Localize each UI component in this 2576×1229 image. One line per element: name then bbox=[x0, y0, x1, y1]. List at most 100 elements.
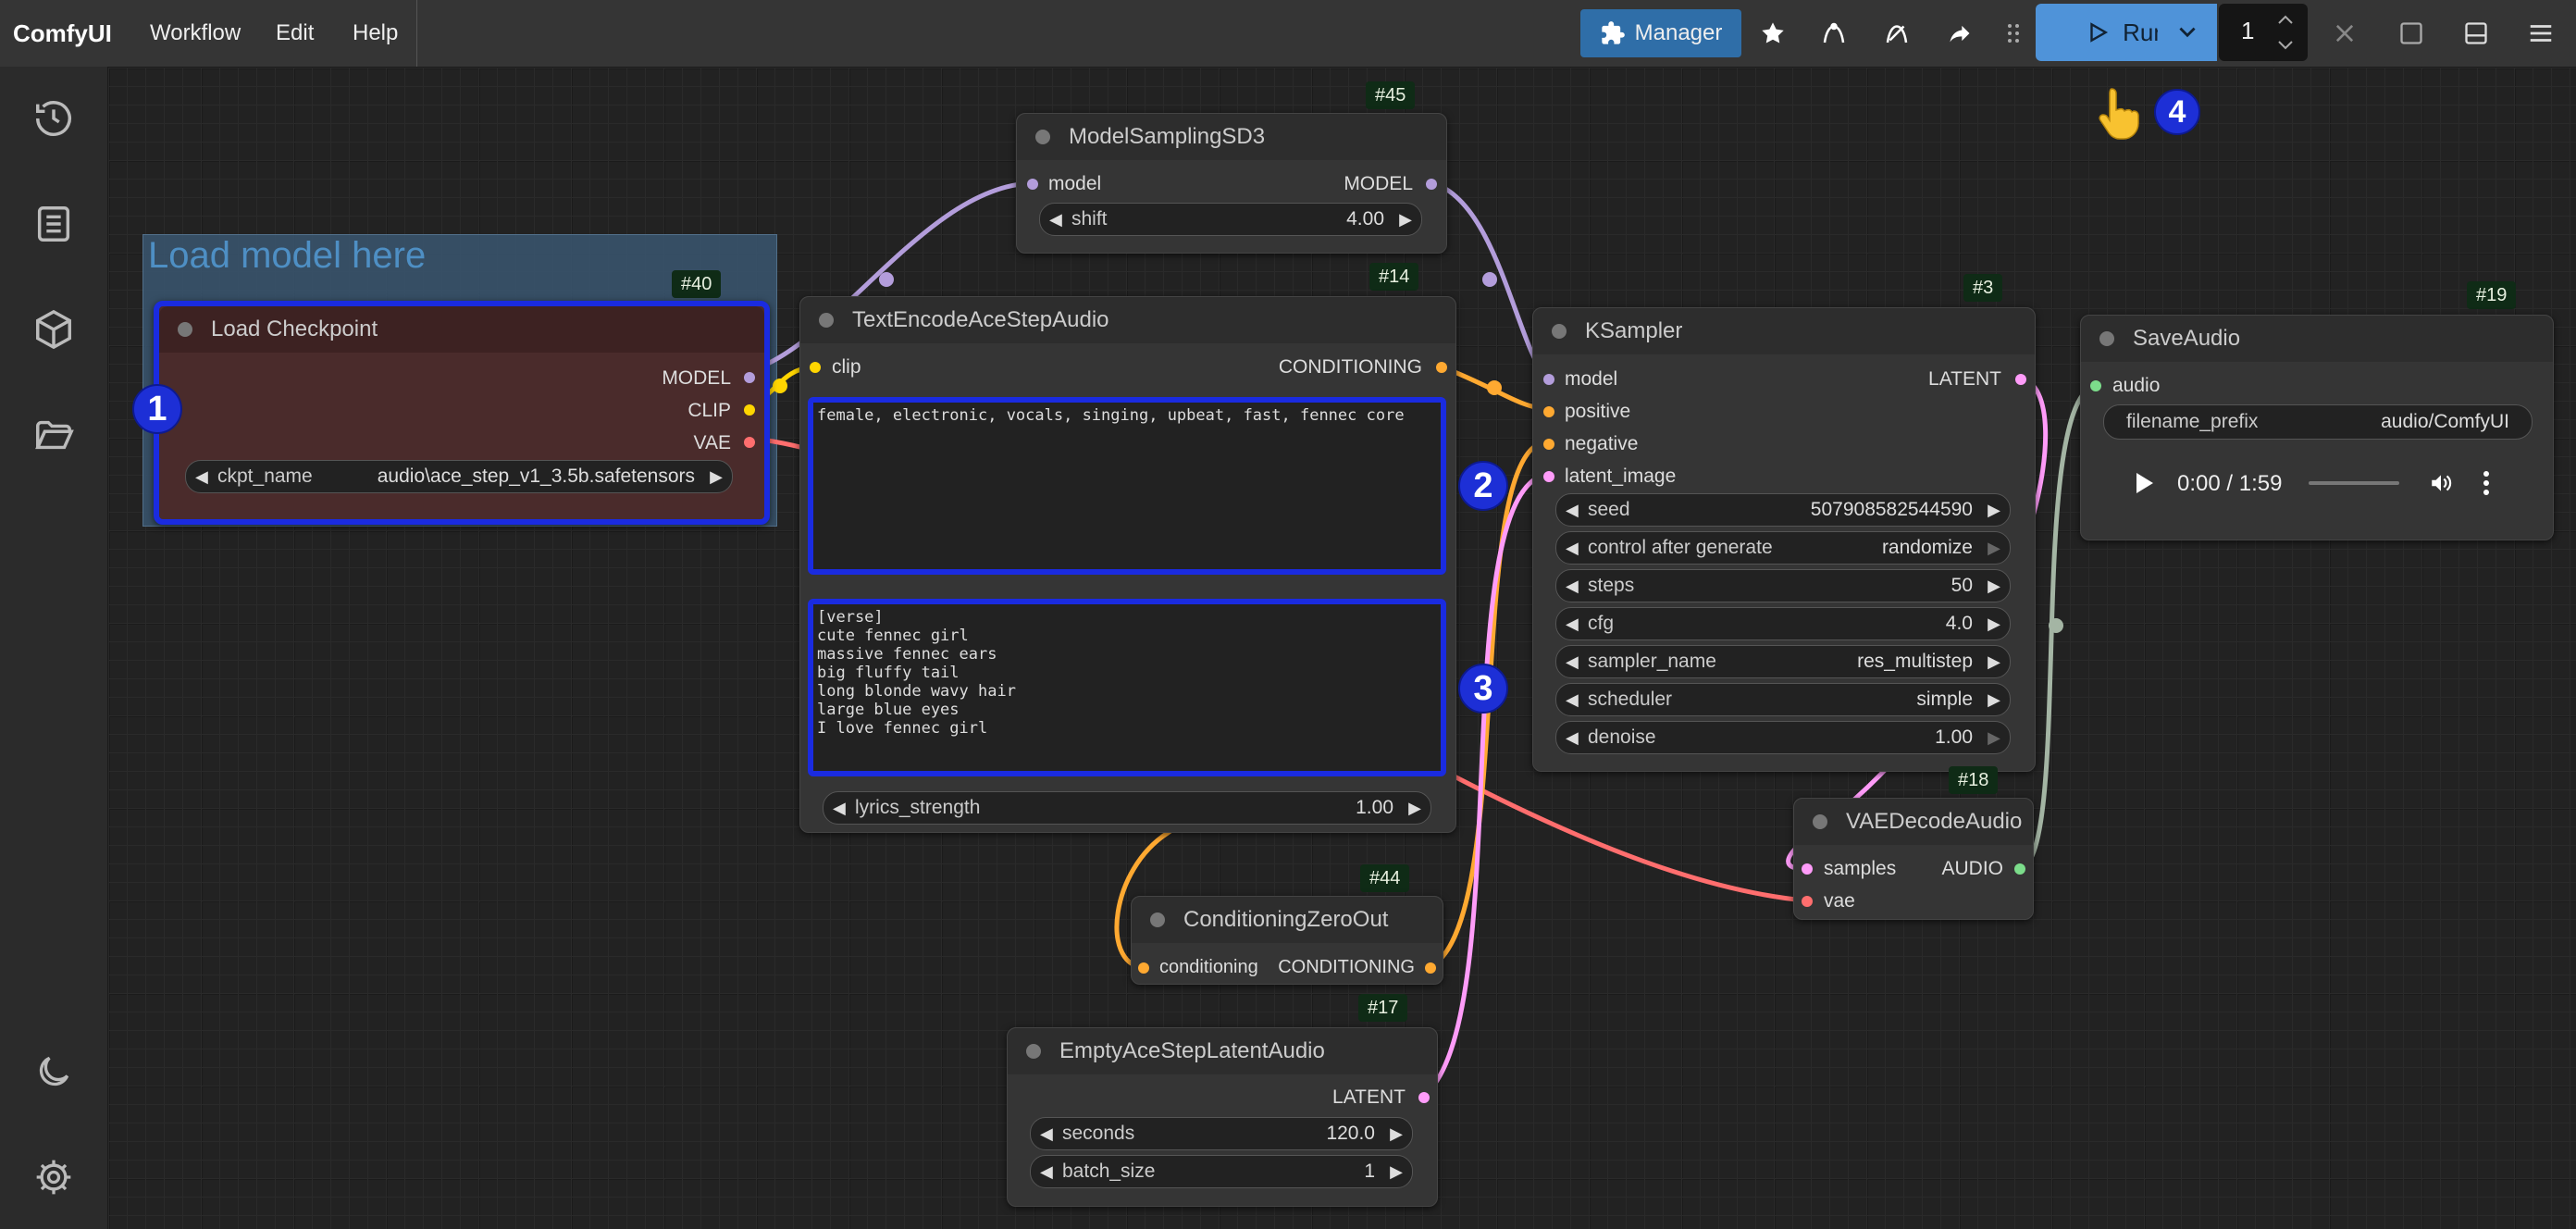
output-vae-socket[interactable] bbox=[744, 437, 755, 448]
node-ksampler[interactable]: KSampler model positive negative latent_… bbox=[1532, 307, 2036, 772]
menu-edit[interactable]: Edit bbox=[276, 0, 314, 67]
manager-button[interactable]: Manager bbox=[1580, 9, 1741, 57]
arrow-left-icon[interactable]: ◀ bbox=[1566, 646, 1579, 677]
arrow-right-icon[interactable]: ▶ bbox=[1399, 204, 1412, 235]
collapse-dot-icon[interactable] bbox=[1552, 324, 1567, 339]
scheduler-combo[interactable]: ◀ scheduler simple ▶ bbox=[1555, 683, 2011, 716]
cfg-widget[interactable]: ◀ cfg 4.0 ▶ bbox=[1555, 607, 2011, 640]
settings-gear-icon[interactable] bbox=[28, 1151, 80, 1203]
steps-widget[interactable]: ◀ steps 50 ▶ bbox=[1555, 569, 2011, 602]
arrow-right-icon[interactable]: ▶ bbox=[710, 461, 723, 492]
stepper-down-icon[interactable] bbox=[2276, 39, 2295, 52]
arrange-nodes-icon[interactable] bbox=[1812, 9, 1856, 57]
audio-player[interactable]: 0:00 / 1:59 bbox=[2103, 454, 2531, 512]
menu-workflow[interactable]: Workflow bbox=[150, 0, 241, 67]
lyrics-strength-widget[interactable]: ◀ lyrics_strength 1.00 ▶ bbox=[823, 791, 1431, 825]
theme-moon-icon[interactable] bbox=[28, 1046, 80, 1098]
node-load-checkpoint[interactable]: Load Checkpoint MODEL CLIP VAE ◀ ckpt_na… bbox=[154, 301, 770, 525]
collapse-dot-icon[interactable] bbox=[1813, 814, 1827, 829]
arrow-right-icon[interactable]: ▶ bbox=[1408, 792, 1421, 824]
drag-handle-icon[interactable] bbox=[2004, 9, 2023, 57]
node-library-icon[interactable] bbox=[28, 198, 80, 250]
output-conditioning-socket[interactable] bbox=[1436, 362, 1447, 373]
input-audio-socket[interactable] bbox=[2090, 380, 2101, 391]
arrow-right-icon[interactable]: ▶ bbox=[1390, 1118, 1403, 1149]
play-icon[interactable] bbox=[2135, 471, 2155, 495]
output-clip-socket[interactable] bbox=[744, 404, 755, 416]
control-after-generate-combo[interactable]: ◀ control after generate randomize ▶ bbox=[1555, 531, 2011, 565]
arrow-left-icon[interactable]: ◀ bbox=[833, 792, 846, 824]
output-model-socket[interactable] bbox=[1426, 179, 1437, 190]
arrow-left-icon[interactable]: ◀ bbox=[1566, 494, 1579, 526]
arrow-right-icon[interactable]: ▶ bbox=[1988, 646, 2000, 677]
arrow-right-icon[interactable]: ▶ bbox=[1988, 570, 2000, 602]
hamburger-menu-icon[interactable] bbox=[2519, 9, 2563, 57]
arrow-left-icon[interactable]: ◀ bbox=[1040, 1118, 1053, 1149]
tags-textarea[interactable]: female, electronic, vocals, singing, upb… bbox=[808, 397, 1446, 575]
denoise-widget[interactable]: ◀ denoise 1.00 ▶ bbox=[1555, 721, 2011, 754]
output-latent-socket[interactable] bbox=[2015, 374, 2026, 385]
arrow-left-icon[interactable]: ◀ bbox=[1566, 570, 1579, 602]
ckpt-name-combo[interactable]: ◀ ckpt_name audio\ace_step_v1_3.5b.safet… bbox=[185, 460, 733, 493]
arrow-right-icon[interactable]: ▶ bbox=[1988, 608, 2000, 639]
arrow-left-icon[interactable]: ◀ bbox=[1566, 684, 1579, 715]
arrow-right-icon[interactable]: ▶ bbox=[1390, 1156, 1403, 1187]
collapse-dot-icon[interactable] bbox=[1035, 130, 1050, 144]
node-vae-decode-audio[interactable]: VAEDecodeAudio samples vae AUDIO bbox=[1793, 798, 2034, 920]
workflows-folder-icon[interactable] bbox=[28, 409, 80, 461]
more-options-icon[interactable] bbox=[2483, 470, 2490, 496]
input-vae-socket[interactable] bbox=[1802, 896, 1813, 907]
node-model-sampling-sd3[interactable]: ModelSamplingSD3 model MODEL ◀ shift 4.0… bbox=[1016, 113, 1447, 254]
collapse-dot-icon[interactable] bbox=[1150, 912, 1165, 927]
arrow-left-icon[interactable]: ◀ bbox=[1566, 532, 1579, 564]
input-latent-image-socket[interactable] bbox=[1543, 471, 1554, 482]
arrow-right-icon[interactable]: ▶ bbox=[1988, 532, 2000, 564]
bottom-panel-icon[interactable] bbox=[2454, 9, 2498, 57]
arrow-right-icon[interactable]: ▶ bbox=[1988, 494, 2000, 526]
node-save-audio[interactable]: SaveAudio audio filename_prefix audio/Co… bbox=[2080, 315, 2554, 540]
shift-number-widget[interactable]: ◀ shift 4.00 ▶ bbox=[1039, 203, 1422, 236]
queue-history-icon[interactable] bbox=[28, 93, 80, 144]
arrow-left-icon[interactable]: ◀ bbox=[1566, 722, 1579, 753]
collapse-dot-icon[interactable] bbox=[178, 322, 192, 337]
input-negative-socket[interactable] bbox=[1543, 439, 1554, 450]
node-text-encode-ace-step[interactable]: TextEncodeAceStepAudio clip CONDITIONING… bbox=[799, 296, 1456, 833]
group-title[interactable]: Load model here bbox=[148, 235, 426, 277]
seconds-widget[interactable]: ◀ seconds 120.0 ▶ bbox=[1030, 1117, 1413, 1150]
collapse-dot-icon[interactable] bbox=[2099, 331, 2114, 346]
arrow-left-icon[interactable]: ◀ bbox=[1040, 1156, 1053, 1187]
run-options-chevron-down-icon[interactable] bbox=[2158, 4, 2217, 61]
collapse-dot-icon[interactable] bbox=[1026, 1044, 1041, 1059]
volume-icon[interactable] bbox=[2427, 471, 2455, 495]
link-visibility-icon[interactable] bbox=[1875, 9, 1919, 57]
lyrics-textarea[interactable]: [verse] cute fennec girl massive fennec … bbox=[808, 599, 1446, 776]
input-clip-socket[interactable] bbox=[810, 362, 821, 373]
audio-progress-slider[interactable] bbox=[2309, 481, 2399, 485]
cancel-close-icon[interactable] bbox=[2322, 9, 2367, 57]
node-conditioning-zero-out[interactable]: ConditioningZeroOut conditioning CONDITI… bbox=[1131, 896, 1443, 985]
menu-help[interactable]: Help bbox=[353, 0, 398, 67]
model-library-cube-icon[interactable] bbox=[28, 304, 80, 355]
arrow-left-icon[interactable]: ◀ bbox=[1566, 608, 1579, 639]
output-conditioning-socket[interactable] bbox=[1425, 962, 1436, 974]
arrow-left-icon[interactable]: ◀ bbox=[1049, 204, 1062, 235]
input-conditioning-socket[interactable] bbox=[1138, 962, 1149, 974]
arrow-right-icon[interactable]: ▶ bbox=[1988, 684, 2000, 715]
share-icon[interactable] bbox=[1938, 9, 1982, 57]
batch-size-widget[interactable]: ◀ batch_size 1 ▶ bbox=[1030, 1155, 1413, 1188]
output-audio-socket[interactable] bbox=[2014, 863, 2025, 875]
sampler-name-combo[interactable]: ◀ sampler_name res_multistep ▶ bbox=[1555, 645, 2011, 678]
input-model-socket[interactable] bbox=[1027, 179, 1038, 190]
stepper-up-icon[interactable] bbox=[2276, 13, 2295, 26]
filename-prefix-input[interactable]: filename_prefix audio/ComfyUI bbox=[2103, 404, 2533, 440]
collapse-dot-icon[interactable] bbox=[819, 313, 834, 328]
queue-count-stepper[interactable]: 1 bbox=[2219, 4, 2308, 61]
node-empty-ace-step-latent-audio[interactable]: EmptyAceStepLatentAudio LATENT ◀ seconds 1… bbox=[1007, 1027, 1438, 1207]
favorites-star-icon[interactable] bbox=[1751, 9, 1795, 57]
arrow-left-icon[interactable]: ◀ bbox=[195, 461, 208, 492]
input-samples-socket[interactable] bbox=[1802, 863, 1813, 875]
seed-widget[interactable]: ◀ seed 507908582544590 ▶ bbox=[1555, 493, 2011, 527]
input-model-socket[interactable] bbox=[1543, 374, 1554, 385]
focus-mode-icon[interactable] bbox=[2389, 9, 2434, 57]
input-positive-socket[interactable] bbox=[1543, 406, 1554, 417]
